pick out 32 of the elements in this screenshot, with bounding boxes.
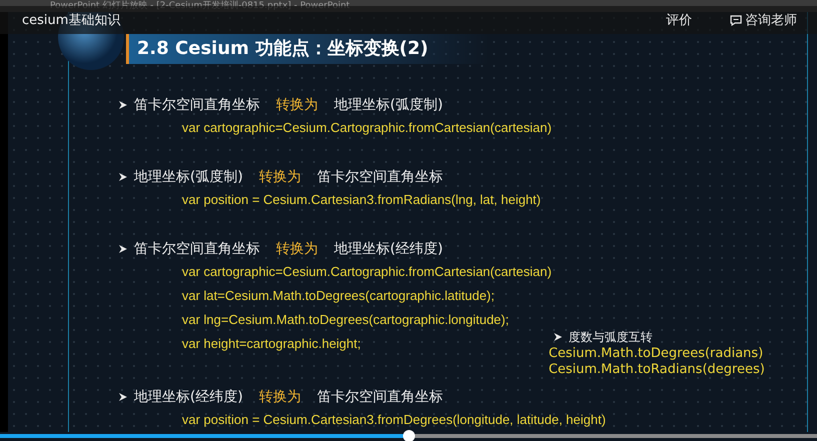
- course-title: cesium基础知识: [22, 12, 122, 29]
- code-line: var lat=Cesium.Math.toDegrees(cartographic.latitude);: [182, 287, 495, 305]
- convert-label: 转换为: [276, 96, 318, 114]
- chat-bubble-icon: [730, 14, 742, 26]
- convert-label: 转换为: [276, 240, 318, 258]
- source-coordinate-label: 笛卡尔空间直角坐标: [134, 96, 260, 114]
- rate-link[interactable]: 评价: [666, 11, 692, 29]
- code-line: var height=cartographic.height;: [182, 335, 361, 353]
- code-line: var cartographic=Cesium.Cartographic.fromCartesian(cartesian): [182, 119, 552, 137]
- bullet-arrow-icon: [118, 244, 128, 254]
- code-line: Cesium.Math.toRadians(degrees): [548, 362, 765, 378]
- code-line: var position = Cesium.Cartesian3.fromDegrees(longitude, latitude, height): [182, 411, 606, 429]
- convert-label: 转换为: [258, 388, 301, 406]
- code-line: Cesium.Math.toDegrees(radians): [548, 346, 764, 362]
- code-line: var cartographic=Cesium.Cartographic.fromCartesian(cartesian): [182, 263, 552, 281]
- target-coordinate-label: 地理坐标(经纬度): [334, 240, 443, 258]
- source-coordinate-label: 笛卡尔空间直角坐标: [134, 240, 260, 258]
- bullet-arrow-icon: [118, 392, 128, 402]
- window-title: PowerPoint 幻灯片放映 - [2-Cesium开发培训-0815.pptx] - PowerPoint: [49, 0, 351, 12]
- consult-teacher-link[interactable]: 咨询老师: [730, 11, 797, 29]
- note-heading: 度数与弧度互转: [568, 328, 653, 346]
- bullet-arrow-icon: [118, 100, 128, 110]
- bullet-arrow-icon: [118, 172, 128, 182]
- source-coordinate-label: 地理坐标(弧度制): [134, 168, 243, 186]
- target-coordinate-label: 笛卡尔空间直角坐标: [316, 168, 443, 186]
- code-line: var lng=Cesium.Math.toDegrees(cartographic.longitude);: [182, 311, 509, 329]
- target-coordinate-label: 笛卡尔空间直角坐标: [316, 388, 443, 406]
- code-line: var position = Cesium.Cartesian3.fromRadians(lng, lat, height): [182, 191, 541, 209]
- target-coordinate-label: 地理坐标(弧度制): [334, 96, 443, 114]
- bullet-arrow-icon: [552, 332, 563, 342]
- convert-label: 转换为: [258, 168, 301, 186]
- source-coordinate-label: 地理坐标(经纬度): [134, 388, 243, 406]
